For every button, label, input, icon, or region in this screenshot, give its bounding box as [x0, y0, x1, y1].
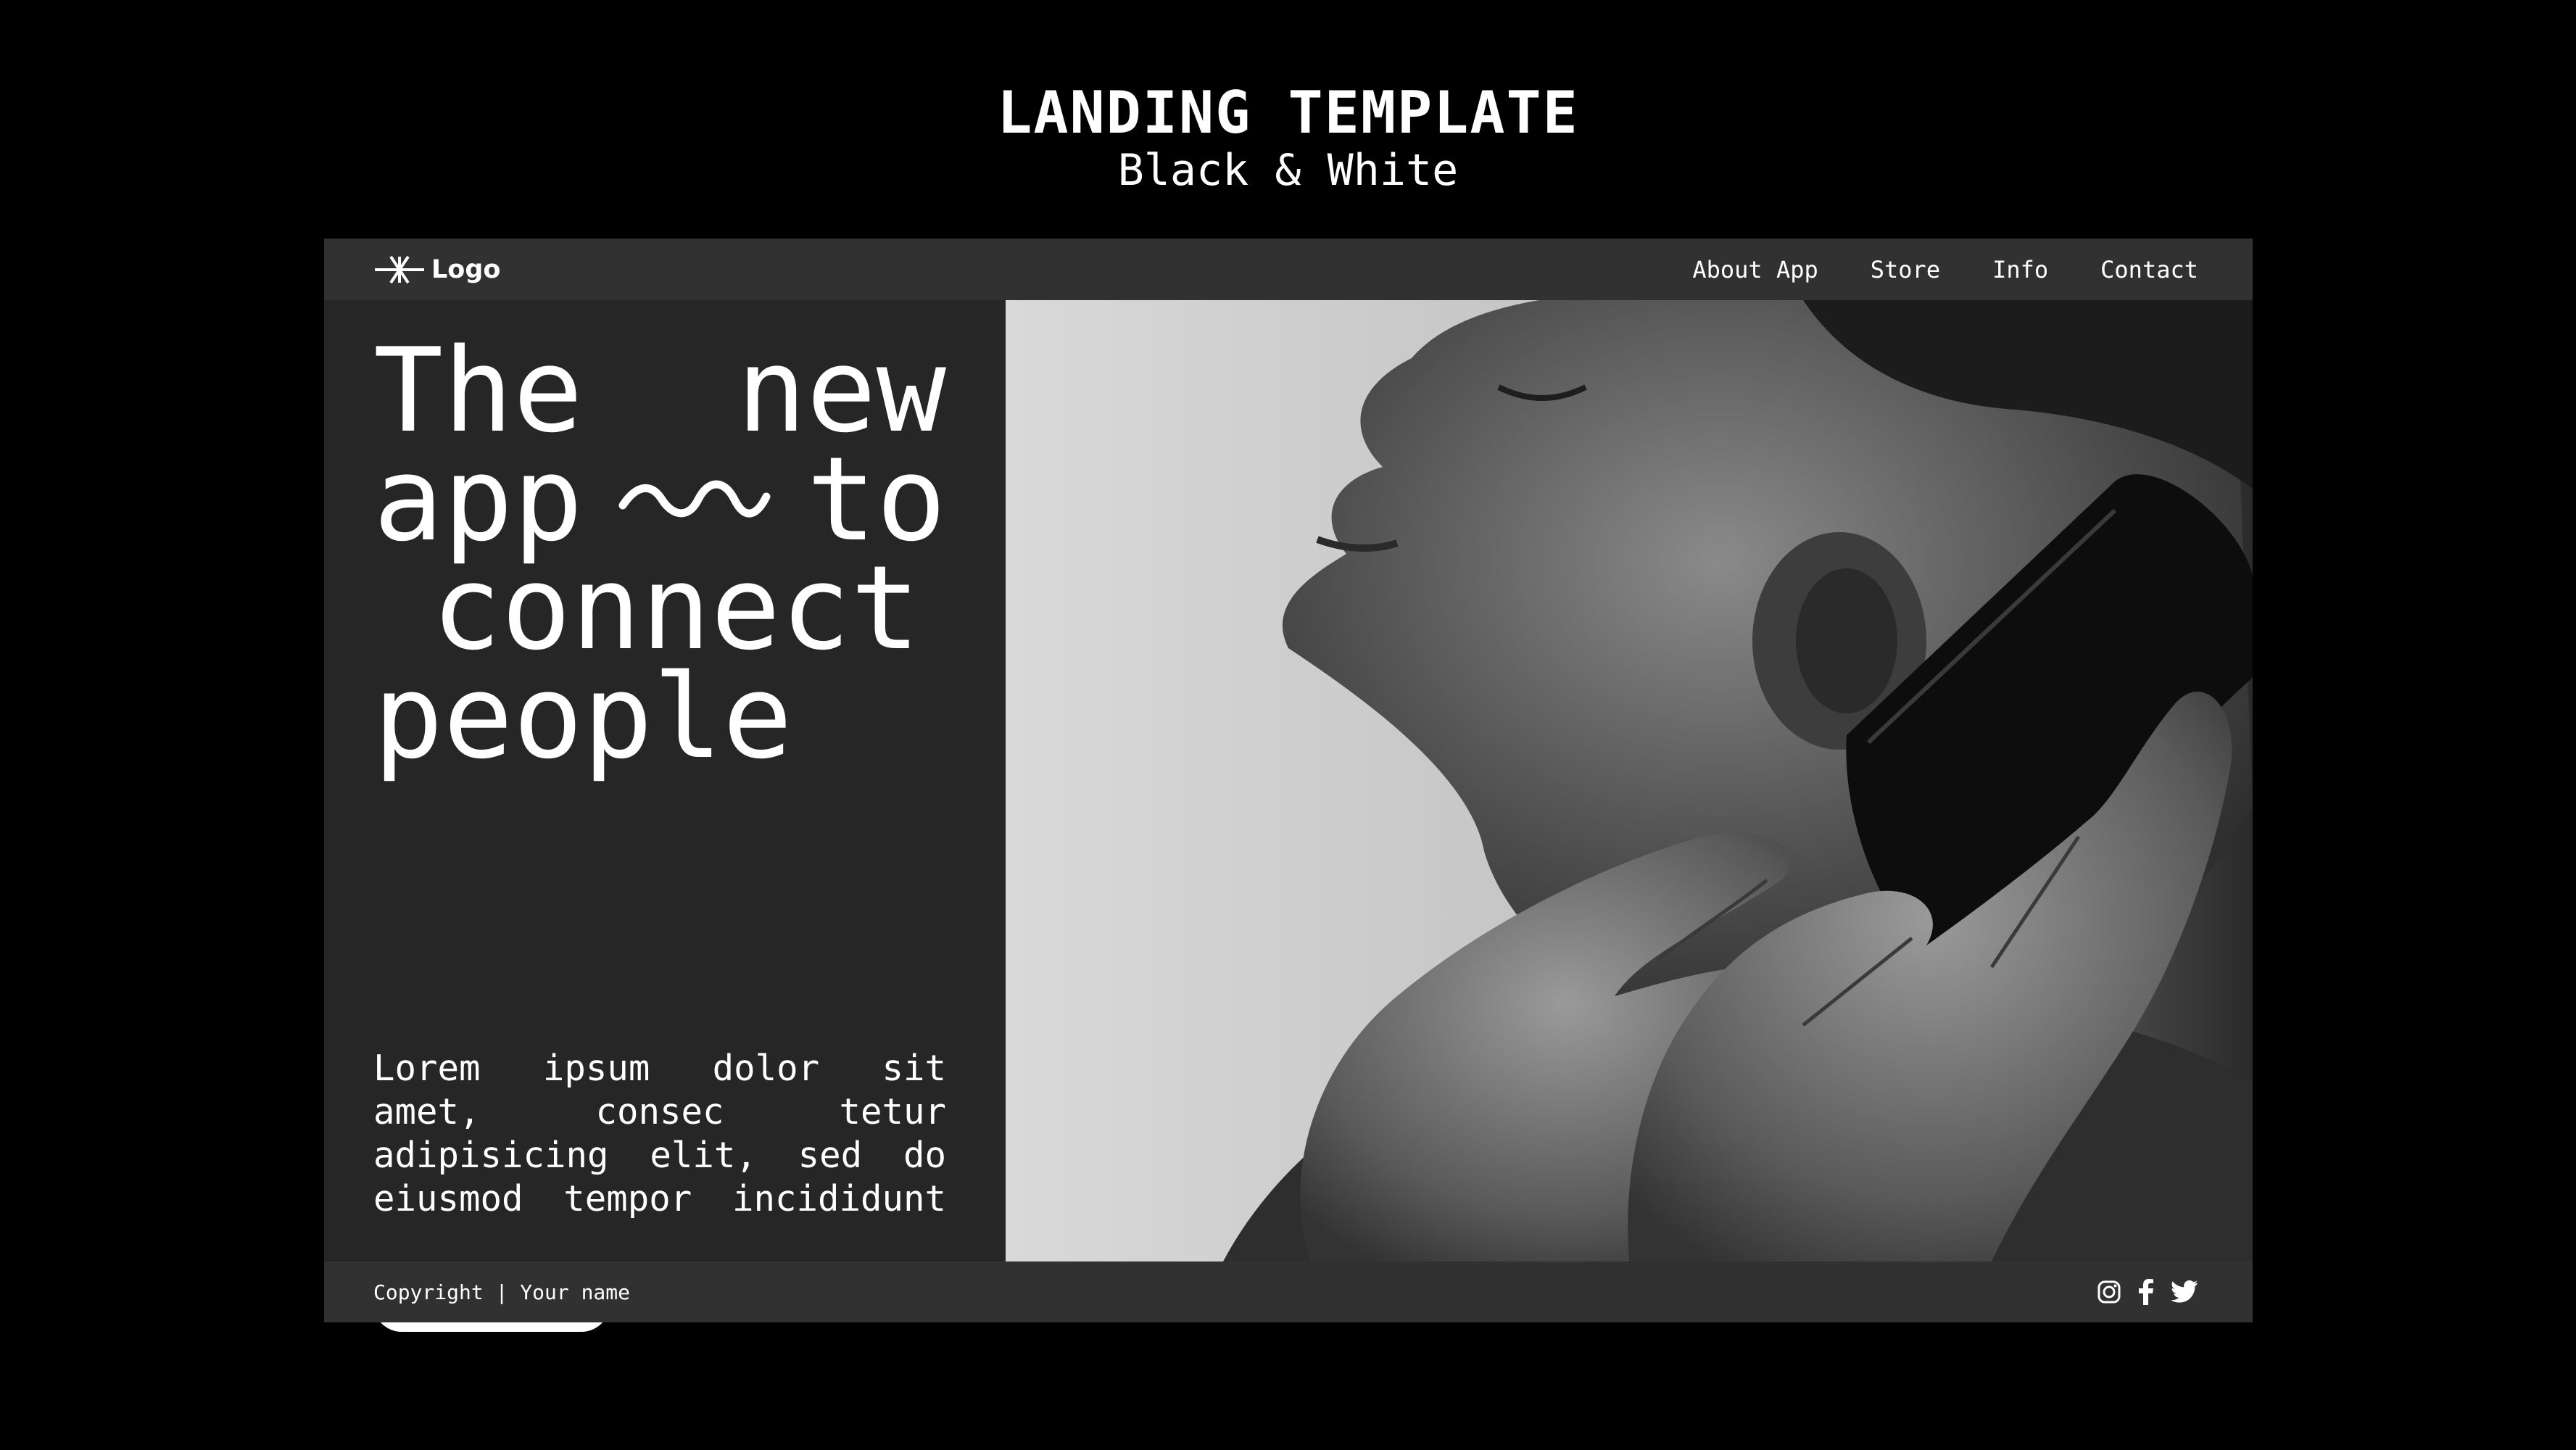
copyright-text: Copyright | Your name	[373, 1280, 631, 1304]
body-copy-line: amet, consec tetur	[373, 1091, 946, 1132]
headline-word: connect	[431, 540, 921, 676]
hero-body-copy: Lorem ipsum dolor sit amet, consec tetur…	[373, 1047, 946, 1221]
headline-word: app	[373, 431, 583, 567]
showcase-header: LANDING TEMPLATE Black & White	[0, 79, 2576, 196]
nav-link-about-app[interactable]: About App	[1692, 256, 1818, 283]
headline-word: The	[373, 323, 583, 458]
nav-link-contact[interactable]: Contact	[2100, 256, 2198, 283]
body-copy-line: Lorem ipsum dolor sit	[373, 1048, 946, 1089]
headline-line-2: app to	[373, 431, 946, 567]
body-copy-line: eiusmod tempor incididunt	[373, 1178, 946, 1219]
showcase-subtitle: Black & White	[1117, 145, 1459, 196]
wave-squiggle-icon	[618, 478, 771, 521]
showcase-title: LANDING TEMPLATE	[997, 79, 1579, 146]
headline-line-4: people	[373, 649, 946, 784]
headline-line-3: connect	[373, 540, 946, 676]
body-copy-line: adipisicing elit, sed do	[373, 1135, 946, 1176]
hero-text-panel: The new app to connect people Lorem ipsu…	[324, 300, 1006, 1332]
nav-link-store[interactable]: Store	[1871, 256, 1940, 283]
logo[interactable]: Logo	[373, 250, 500, 289]
hero-photo	[1006, 300, 2253, 1262]
navbar: Logo About App Store Info Contact	[324, 239, 2253, 300]
twitter-icon[interactable]	[2171, 1280, 2198, 1304]
instagram-icon[interactable]	[2097, 1280, 2121, 1304]
facebook-icon[interactable]	[2137, 1279, 2155, 1305]
footer: Copyright | Your name	[324, 1262, 2253, 1322]
landing-page-frame: Logo About App Store Info Contact The ne…	[324, 239, 2253, 1332]
headline-word: to	[806, 431, 946, 567]
headline-line-1: The new	[373, 323, 946, 458]
headline-word: people	[373, 649, 792, 784]
social-links	[2097, 1262, 2198, 1322]
headline-word: new	[737, 323, 946, 458]
nav-links: About App Store Info Contact	[1692, 239, 2198, 300]
nav-link-info[interactable]: Info	[1992, 256, 2048, 283]
hero-headline: The new app to connect people	[373, 323, 946, 784]
asterisk-logo-icon	[373, 254, 426, 286]
logo-text: Logo	[431, 255, 501, 284]
